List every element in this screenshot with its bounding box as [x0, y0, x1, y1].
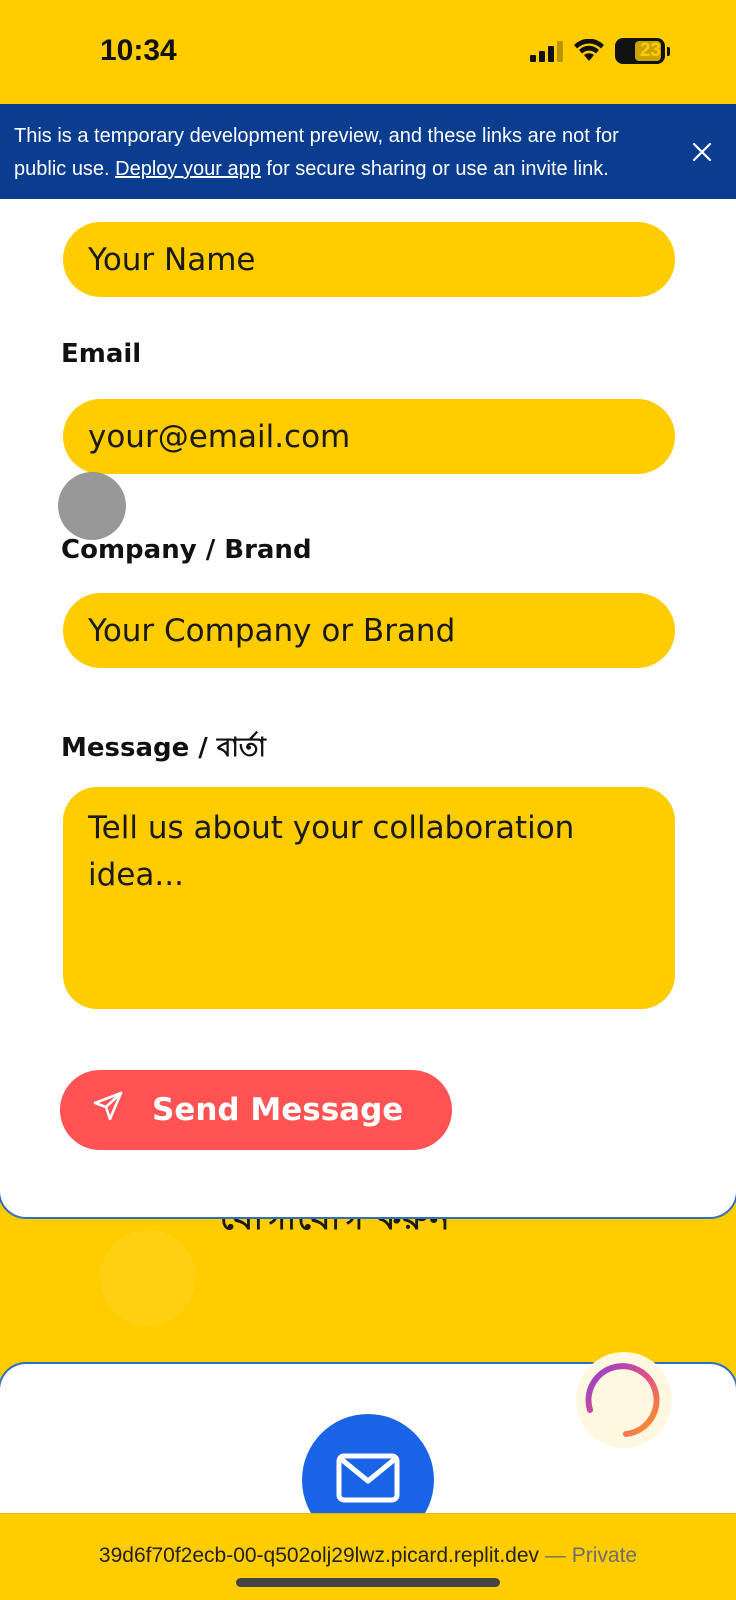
send-message-label: Send Message [152, 1092, 404, 1128]
name-input[interactable]: Your Name [63, 222, 675, 297]
url-separator: — [539, 1544, 572, 1567]
message-label: Message / বার্তা [61, 733, 266, 763]
status-time: 10:34 [100, 34, 177, 67]
status-bar: 10:34 23 [0, 0, 736, 104]
battery-level: 23 [639, 40, 661, 61]
contact-form-card: Your Name Email your@email.com Company /… [0, 199, 736, 1219]
send-message-button[interactable]: Send Message [60, 1070, 452, 1150]
send-icon [92, 1090, 124, 1130]
banner-text-after: for secure sharing or use an invite link… [260, 158, 609, 180]
decorative-circle [100, 1230, 196, 1326]
touch-indicator [58, 472, 126, 540]
wifi-icon [573, 39, 605, 63]
message-textarea[interactable]: Tell us about your collaboration idea... [63, 787, 675, 1009]
close-icon[interactable] [690, 140, 714, 164]
mail-icon [336, 1453, 400, 1507]
battery-icon: 23 [615, 38, 665, 64]
deploy-app-link[interactable]: Deploy your app [115, 158, 261, 180]
dev-preview-banner: This is a temporary development preview,… [0, 104, 736, 199]
home-indicator[interactable] [236, 1578, 500, 1587]
email-input[interactable]: your@email.com [63, 399, 675, 474]
signal-icon [530, 40, 563, 62]
company-input[interactable]: Your Company or Brand [63, 593, 675, 668]
company-label: Company / Brand [61, 535, 312, 565]
url-host: 39d6f70f2ecb-00-q502olj29lwz.picard.repl… [98, 1544, 540, 1567]
private-label: Private [571, 1544, 638, 1567]
loading-spinner-icon [576, 1352, 672, 1448]
email-label: Email [61, 339, 142, 369]
status-icons: 23 [530, 38, 670, 64]
url-display[interactable]: 39d6f70f2ecb-00-q502olj29lwz.picard.repl… [0, 1544, 736, 1568]
